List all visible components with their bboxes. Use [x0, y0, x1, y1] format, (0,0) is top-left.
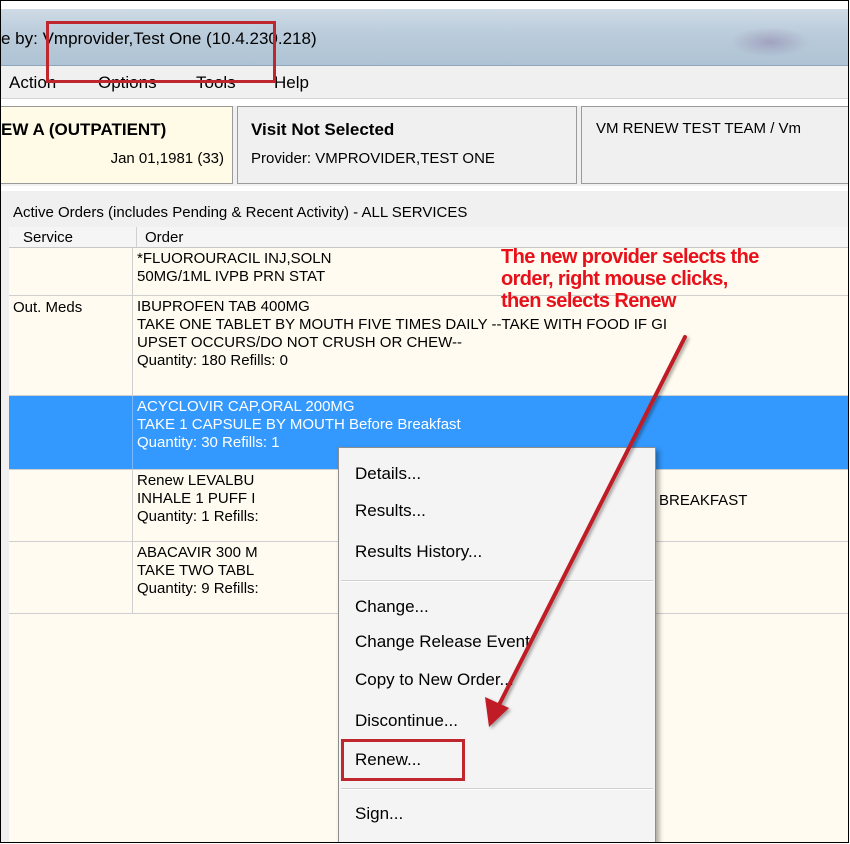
order-line: ABACAVIR 300 M [137, 544, 258, 561]
menu-item-change[interactable]: Change... [355, 597, 429, 617]
order-line: TAKE 1 CAPSULE BY MOUTH Before Breakfast [137, 416, 461, 433]
order-line: TAKE TWO TABL [137, 562, 255, 579]
order-trailing-text: BREAKFAST [659, 492, 748, 509]
menu-separator [341, 580, 653, 582]
context-menu: Details... Results... Results History...… [338, 447, 656, 842]
menu-item-details[interactable]: Details... [355, 464, 421, 484]
orders-caption: Active Orders (includes Pending & Recent… [13, 204, 468, 221]
column-divider[interactable] [136, 227, 137, 247]
menu-item-results[interactable]: Results... [355, 501, 426, 521]
annotation-line: order, right mouse clicks, [501, 268, 728, 290]
order-service: Out. Meds [9, 296, 133, 395]
order-line: TAKE ONE TABLET BY MOUTH FIVE TIMES DAIL… [137, 316, 668, 333]
order-service [9, 248, 133, 295]
patient-box[interactable]: EW A (OUTPATIENT) Jan 01,1981 (33) [1, 106, 233, 184]
menu-item-results-history[interactable]: Results History... [355, 542, 482, 562]
order-text: ABACAVIR 300 M TAKE TWO TABL Quantity: 9… [137, 544, 259, 598]
app-window: e by: Vmprovider,Test One (10.4.230.218)… [0, 0, 849, 843]
order-line: UPSET OCCURS/DO NOT CRUSH OR CHEW-- [137, 334, 463, 351]
order-service [9, 470, 133, 541]
annotation-line: The new provider selects the [501, 246, 759, 268]
annotation-callout: The new provider selects the order, righ… [501, 246, 848, 312]
visit-title: Visit Not Selected [251, 120, 395, 139]
order-line: *FLUOROURACIL INJ,SOLN [137, 250, 332, 267]
order-line: 50MG/1ML IVPB PRN STAT [137, 268, 326, 285]
order-line: INHALE 1 PUFF I [137, 490, 256, 507]
menu-item-sign[interactable]: Sign... [355, 804, 403, 824]
patient-info-bar: EW A (OUTPATIENT) Jan 01,1981 (33) Visit… [1, 106, 848, 186]
menu-item-copy-to-new-order[interactable]: Copy to New Order... [355, 670, 514, 690]
team-box[interactable]: VM RENEW TEST TEAM / Vm [581, 106, 848, 184]
order-service [9, 396, 133, 469]
column-order[interactable]: Order [145, 229, 183, 246]
highlight-box-renew [341, 739, 465, 781]
orders-column-header: Service Order [9, 227, 848, 248]
visit-provider: Provider: VMPROVIDER,TEST ONE [251, 150, 495, 167]
column-service[interactable]: Service [23, 229, 73, 246]
visit-box[interactable]: Visit Not Selected Provider: VMPROVIDER,… [237, 106, 577, 184]
order-line: Renew LEVALBU [137, 472, 255, 489]
menu-help[interactable]: Help [274, 73, 309, 93]
title-bar-decoration [730, 27, 810, 57]
order-text: ACYCLOVIR CAP,ORAL 200MG TAKE 1 CAPSULE … [137, 398, 461, 452]
annotation-line: then selects Renew [501, 290, 676, 312]
patient-dob: Jan 01,1981 (33) [110, 150, 224, 167]
order-line: ACYCLOVIR CAP,ORAL 200MG [137, 398, 355, 415]
menu-separator [341, 788, 653, 790]
menu-item-change-release-event[interactable]: Change Release Event [355, 632, 530, 652]
order-text: Renew LEVALBU INHALE 1 PUFF I Quantity: … [137, 472, 259, 526]
team-label: VM RENEW TEST TEAM / Vm [596, 120, 802, 137]
order-line: Quantity: 180 Refills: 0 [137, 352, 288, 369]
order-service [9, 542, 133, 613]
order-line: Quantity: 1 Refills: [137, 508, 259, 525]
order-line: Quantity: 9 Refills: [137, 580, 259, 597]
order-text: *FLUOROURACIL INJ,SOLN 50MG/1ML IVPB PRN… [137, 250, 331, 286]
highlight-box-title [46, 21, 276, 83]
menu-item-discontinue[interactable]: Discontinue... [355, 711, 458, 731]
patient-name: EW A (OUTPATIENT) [1, 120, 167, 139]
